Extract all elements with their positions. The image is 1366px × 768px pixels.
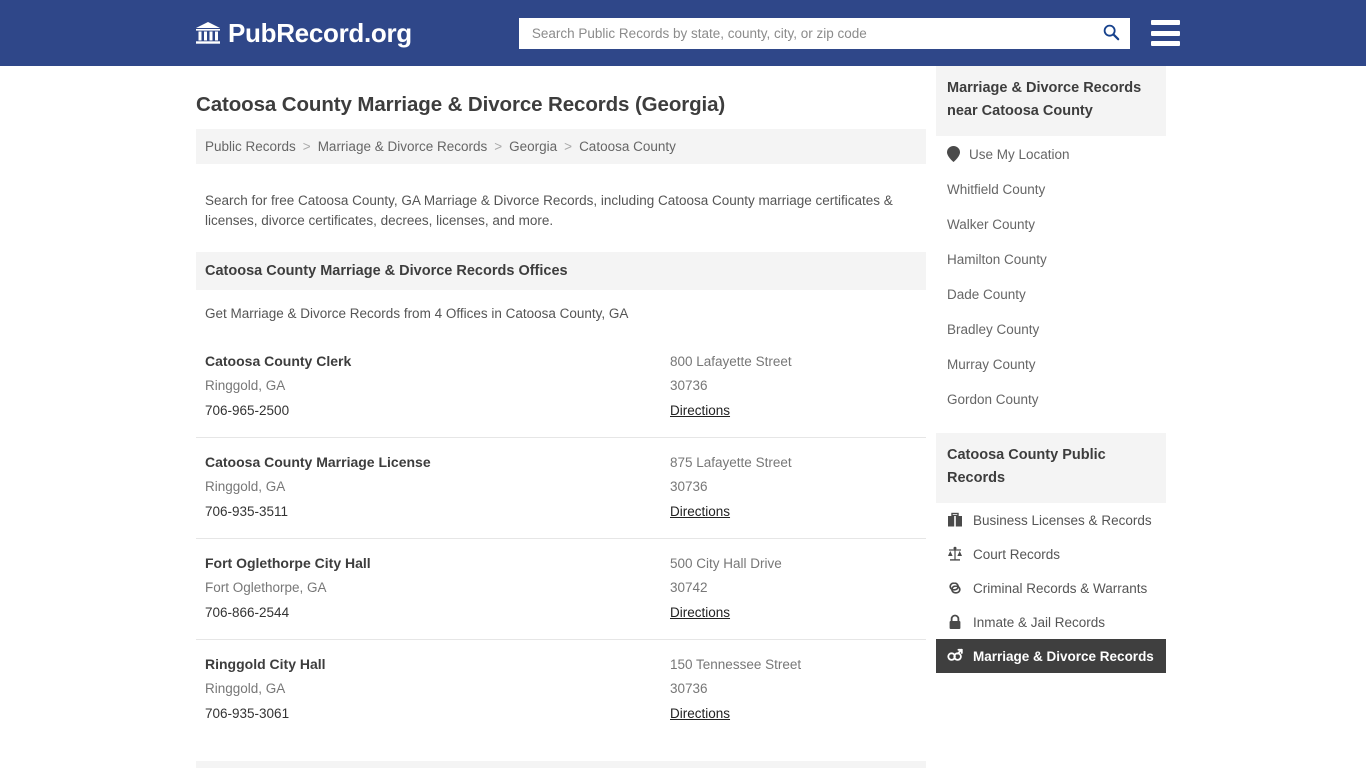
office-phone: 706-866-2544 bbox=[205, 604, 290, 620]
office-address-info: 150 Tennessee Street 30736 Directions bbox=[670, 653, 917, 726]
breadcrumb-separator: > bbox=[302, 139, 311, 154]
office-address-info: 875 Lafayette Street 30736 Directions bbox=[670, 451, 917, 524]
office-zip: 30736 bbox=[670, 377, 708, 393]
table-row: Catoosa County Marriage License Ringgold… bbox=[196, 438, 926, 539]
public-records-panel-heading: Catoosa County Public Records bbox=[936, 433, 1166, 503]
sidebar-item-criminal-records[interactable]: Criminal Records & Warrants bbox=[936, 571, 1166, 605]
venus-mars-icon bbox=[947, 648, 963, 664]
sidebar-item-court-records[interactable]: Court Records bbox=[936, 537, 1166, 571]
offices-section-subheading: Get Marriage & Divorce Records from 4 Of… bbox=[205, 305, 629, 321]
table-row: Ringgold City Hall Ringgold, GA 706-935-… bbox=[196, 640, 926, 740]
search-input[interactable] bbox=[529, 17, 1100, 49]
office-name[interactable]: Catoosa County Marriage License bbox=[205, 451, 670, 474]
sidebar-item-label: Business Licenses & Records bbox=[973, 512, 1152, 528]
search-button[interactable] bbox=[1100, 22, 1122, 44]
hamburger-menu-icon[interactable] bbox=[1151, 20, 1180, 46]
sidebar-item-bradley-county[interactable]: Bradley County bbox=[936, 312, 1166, 347]
use-my-location-label: Use My Location bbox=[969, 146, 1070, 162]
offices-list: Catoosa County Clerk Ringgold, GA 706-96… bbox=[196, 337, 926, 740]
breadcrumb-separator: > bbox=[564, 139, 573, 154]
page-body: Catoosa County Marriage & Divorce Record… bbox=[0, 66, 1366, 768]
breadcrumb: Public Records > Marriage & Divorce Reco… bbox=[196, 129, 926, 164]
sidebar-item-whitfield-county[interactable]: Whitfield County bbox=[936, 172, 1166, 207]
site-logo[interactable]: PubRecord.org bbox=[195, 18, 412, 49]
use-my-location-button[interactable]: Use My Location bbox=[936, 136, 1166, 172]
site-header: PubRecord.org bbox=[0, 0, 1366, 66]
breadcrumb-separator: > bbox=[494, 139, 503, 154]
sidebar-item-dade-county[interactable]: Dade County bbox=[936, 277, 1166, 312]
offices-section-heading: Catoosa County Marriage & Divorce Record… bbox=[196, 251, 926, 290]
directions-link[interactable]: Directions bbox=[670, 600, 730, 625]
directions-link[interactable]: Directions bbox=[670, 398, 730, 423]
office-address-info: 800 Lafayette Street 30736 Directions bbox=[670, 350, 917, 423]
office-city: Ringgold, GA bbox=[205, 377, 286, 393]
directions-link[interactable]: Directions bbox=[670, 499, 730, 524]
site-logo-text: PubRecord.org bbox=[228, 17, 412, 48]
page-title: Catoosa County Marriage & Divorce Record… bbox=[196, 93, 726, 116]
databases-section-heading: Catoosa County Marriage & Divorce Record… bbox=[196, 760, 926, 768]
sidebar-item-label: Inmate & Jail Records bbox=[973, 614, 1106, 630]
sidebar-item-walker-county[interactable]: Walker County bbox=[936, 207, 1166, 242]
sidebar-item-inmate-jail-records[interactable]: Inmate & Jail Records bbox=[936, 605, 1166, 639]
office-phone: 706-935-3061 bbox=[205, 705, 290, 721]
scales-of-justice-icon bbox=[947, 546, 963, 562]
office-zip: 30736 bbox=[670, 478, 708, 494]
nearby-counties-list: Use My Location Whitfield County Walker … bbox=[936, 136, 1166, 417]
search-icon bbox=[1102, 23, 1120, 44]
office-primary-info: Catoosa County Clerk Ringgold, GA 706-96… bbox=[205, 350, 670, 423]
office-address: 500 City Hall Drive bbox=[670, 555, 782, 571]
sidebar-item-business-licenses[interactable]: Business Licenses & Records bbox=[936, 503, 1166, 537]
office-city: Ringgold, GA bbox=[205, 478, 286, 494]
briefcase-icon bbox=[947, 512, 963, 528]
office-address-info: 500 City Hall Drive 30742 Directions bbox=[670, 552, 917, 625]
office-address: 150 Tennessee Street bbox=[670, 656, 802, 672]
page-intro-text: Search for free Catoosa County, GA Marri… bbox=[205, 192, 893, 228]
sidebar-item-murray-county[interactable]: Murray County bbox=[936, 347, 1166, 382]
sidebar-item-hamilton-county[interactable]: Hamilton County bbox=[936, 242, 1166, 277]
directions-link[interactable]: Directions bbox=[670, 701, 730, 726]
sidebar-item-marriage-divorce-records[interactable]: Marriage & Divorce Records bbox=[936, 639, 1166, 673]
office-primary-info: Catoosa County Marriage License Ringgold… bbox=[205, 451, 670, 524]
office-zip: 30736 bbox=[670, 680, 708, 696]
table-row: Catoosa County Clerk Ringgold, GA 706-96… bbox=[196, 337, 926, 438]
office-name[interactable]: Ringgold City Hall bbox=[205, 653, 670, 676]
search-bar bbox=[518, 17, 1130, 49]
office-name[interactable]: Fort Oglethorpe City Hall bbox=[205, 552, 670, 575]
sidebar-item-label: Court Records bbox=[973, 546, 1061, 562]
office-address: 800 Lafayette Street bbox=[670, 353, 792, 369]
bank-building-icon bbox=[195, 20, 221, 46]
breadcrumb-item-catoosa-county[interactable]: Catoosa County bbox=[579, 139, 676, 154]
sidebar: Marriage & Divorce Records near Catoosa … bbox=[936, 66, 1166, 768]
office-zip: 30742 bbox=[670, 579, 708, 595]
office-city: Ringgold, GA bbox=[205, 680, 286, 696]
breadcrumb-item-marriage-divorce-records[interactable]: Marriage & Divorce Records bbox=[318, 139, 488, 154]
office-phone: 706-935-3511 bbox=[205, 503, 289, 519]
public-records-list: Business Licenses & Records Court Record… bbox=[936, 503, 1166, 673]
nearby-records-panel-heading: Marriage & Divorce Records near Catoosa … bbox=[936, 66, 1166, 136]
office-address: 875 Lafayette Street bbox=[670, 454, 792, 470]
lock-icon bbox=[947, 614, 963, 630]
office-primary-info: Fort Oglethorpe City Hall Fort Oglethorp… bbox=[205, 552, 670, 625]
breadcrumb-item-public-records[interactable]: Public Records bbox=[205, 139, 296, 154]
office-city: Fort Oglethorpe, GA bbox=[205, 579, 327, 595]
office-phone: 706-965-2500 bbox=[205, 402, 290, 418]
table-row: Fort Oglethorpe City Hall Fort Oglethorp… bbox=[196, 539, 926, 640]
sidebar-item-gordon-county[interactable]: Gordon County bbox=[936, 382, 1166, 417]
handcuffs-icon bbox=[947, 580, 963, 596]
main-content: Catoosa County Marriage & Divorce Record… bbox=[196, 66, 926, 768]
office-name[interactable]: Catoosa County Clerk bbox=[205, 350, 670, 373]
office-primary-info: Ringgold City Hall Ringgold, GA 706-935-… bbox=[205, 653, 670, 726]
map-pin-icon bbox=[947, 146, 960, 162]
sidebar-item-label: Marriage & Divorce Records bbox=[973, 648, 1154, 664]
breadcrumb-item-georgia[interactable]: Georgia bbox=[509, 139, 557, 154]
sidebar-item-label: Criminal Records & Warrants bbox=[973, 580, 1148, 596]
